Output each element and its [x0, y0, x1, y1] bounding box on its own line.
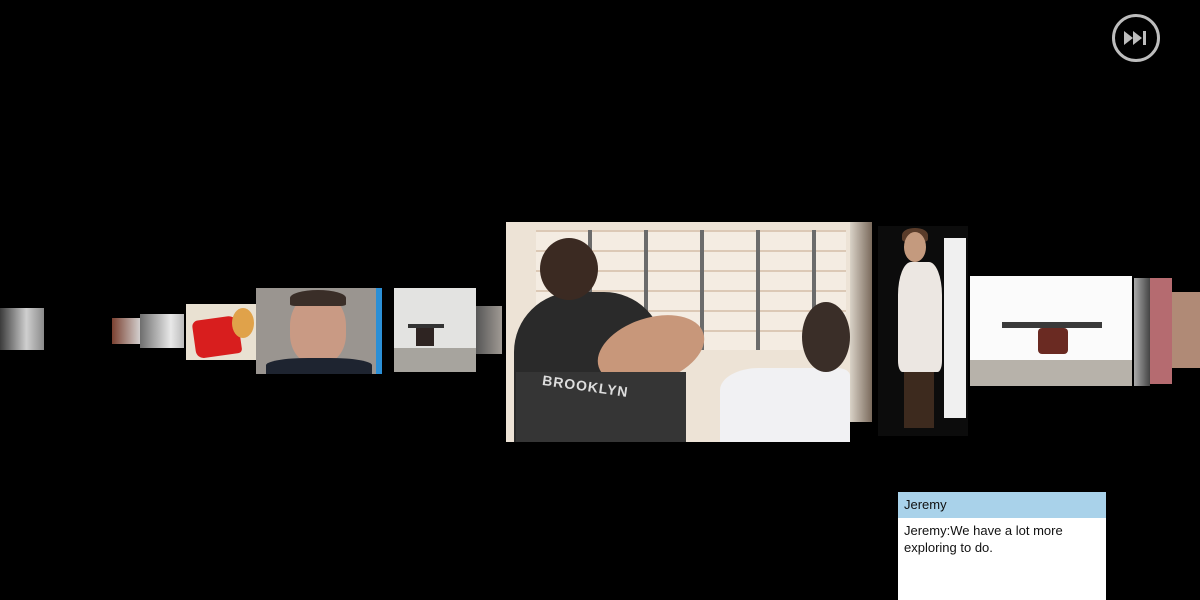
video-main[interactable]: BROOKLYN: [506, 222, 850, 442]
thumb-small-2[interactable]: [140, 314, 184, 348]
skip-forward-button[interactable]: [1112, 14, 1160, 62]
fast-forward-skip-icon: [1124, 31, 1146, 45]
thumb-right-face[interactable]: [1172, 292, 1200, 368]
person-head: [540, 238, 598, 300]
thumb-drone-large[interactable]: [970, 276, 1132, 386]
thumb-small-1[interactable]: [112, 318, 142, 344]
tile-edge-side: [850, 222, 872, 422]
woman-legs: [904, 372, 934, 428]
chat-username: Jeremy: [898, 492, 1106, 518]
floor: [970, 360, 1132, 386]
wall: [944, 238, 966, 418]
woman-head: [904, 232, 926, 262]
person-white-shirt: [720, 368, 850, 442]
chat-panel[interactable]: Jeremy Jeremy:We have a lot more explori…: [898, 492, 1106, 600]
thumb-red-fabric[interactable]: [186, 304, 256, 360]
thumb-sliver[interactable]: [476, 306, 502, 354]
woman-body: [898, 262, 942, 372]
drone-body: [416, 328, 434, 346]
thumb-drone-small[interactable]: [394, 288, 476, 372]
thumb-far-left[interactable]: [0, 308, 44, 350]
man-hair: [290, 290, 346, 306]
media-carousel-stage: BROOKLYN Jeremy Jeremy:We have a lot mor…: [0, 0, 1200, 600]
chat-message: Jeremy:We have a lot more exploring to d…: [904, 523, 1063, 555]
orange-shape: [232, 308, 254, 338]
floor: [394, 348, 476, 372]
thumb-right-pink[interactable]: [1150, 278, 1172, 384]
tile-edge: [376, 288, 382, 374]
man-shirt: [266, 358, 372, 374]
thumb-woman[interactable]: [878, 226, 968, 436]
person-head-right: [802, 302, 850, 372]
drone-body: [1038, 328, 1068, 354]
thumb-right-edge[interactable]: [1134, 278, 1150, 386]
thumb-man-face[interactable]: [256, 288, 382, 374]
